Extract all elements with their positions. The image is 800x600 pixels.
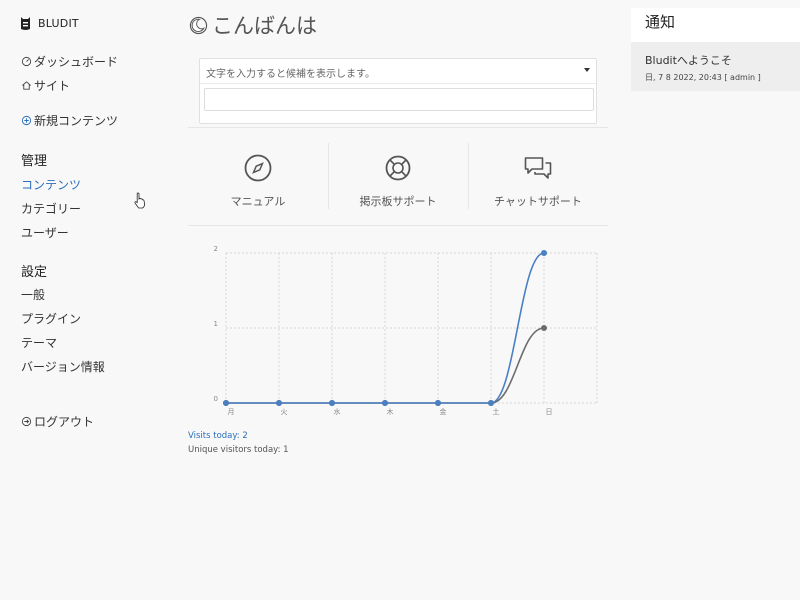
sidebar: BLUDIT ダッシュボード サイト 新規コンテンツ 管理 コンテンツ カテゴリ…	[0, 0, 180, 600]
sidebar-item-label: サイト	[34, 79, 71, 93]
support-label: 掲示板サポート	[359, 195, 437, 208]
manage-heading: 管理	[21, 154, 48, 169]
chevron-down-icon	[584, 68, 590, 72]
plus-circle-icon	[21, 115, 32, 126]
search-placeholder: 文字を入力すると候補を表示します。	[206, 69, 375, 80]
data-point	[276, 400, 282, 406]
sidebar-item-label: ダッシュボード	[34, 55, 119, 69]
data-point	[541, 325, 547, 331]
home-icon	[22, 81, 31, 90]
support-chat[interactable]: チャットサポート	[468, 143, 608, 209]
notification-title: Bluditへようこそ	[645, 54, 732, 67]
brand[interactable]: BLUDIT	[20, 16, 79, 31]
content-search: 文字を入力すると候補を表示します。	[199, 58, 597, 124]
lifebuoy-icon	[385, 155, 411, 181]
sidebar-item-plugins[interactable]: プラグイン	[21, 310, 81, 327]
y-tick-label: 1	[214, 320, 218, 328]
sidebar-item-users[interactable]: ユーザー	[21, 224, 69, 241]
sidebar-item-categories[interactable]: カテゴリー	[21, 200, 81, 217]
unique-visitors-today: Unique visitors today: 1	[188, 445, 289, 455]
notification-meta: 日, 7 8 2022, 20:43 [ admin ]	[645, 73, 761, 82]
x-tick-label: 日	[546, 408, 553, 416]
dashboard-icon	[21, 56, 32, 67]
brand-name: BLUDIT	[38, 17, 79, 30]
x-tick-label: 水	[334, 407, 341, 416]
sidebar-item-new-content[interactable]: 新規コンテンツ	[21, 112, 118, 129]
sidebar-item-themes[interactable]: テーマ	[21, 334, 57, 351]
sidebar-item-label: 新規コンテンツ	[34, 114, 119, 128]
sidebar-item-logout[interactable]: ログアウト	[21, 413, 94, 430]
notifications-title: 通知	[631, 8, 800, 42]
data-point	[223, 400, 229, 406]
greeting-text: こんばんは	[212, 14, 317, 38]
visits-today: Visits today: 2	[188, 431, 248, 441]
notification-item[interactable]: Bluditへようこそ 日, 7 8 2022, 20:43 [ admin ]	[631, 42, 800, 91]
bludit-logo-icon	[21, 17, 30, 30]
x-tick-label: 月	[228, 408, 235, 416]
sidebar-item-about[interactable]: バージョン情報	[21, 358, 105, 375]
search-input[interactable]	[204, 88, 594, 111]
y-tick-label: 2	[214, 245, 218, 253]
moon-icon	[189, 16, 208, 34]
x-tick-label: 火	[281, 408, 288, 416]
data-point	[435, 400, 441, 406]
support-label: チャットサポート	[494, 195, 582, 208]
chat-icon	[524, 157, 552, 179]
visits-chart: 0 1 2 月 火 水 木 金 土 日	[214, 245, 598, 416]
sidebar-item-general[interactable]: 一般	[21, 286, 45, 303]
hand-cursor-icon	[134, 192, 146, 209]
support-links: マニュアル 掲示板サポート チャットサポート	[188, 143, 608, 209]
x-tick-label: 土	[493, 407, 500, 416]
data-point	[541, 250, 547, 256]
series-line	[226, 252, 545, 404]
compass-icon	[244, 154, 272, 182]
support-forum[interactable]: 掲示板サポート	[328, 143, 468, 209]
support-manual[interactable]: マニュアル	[188, 143, 328, 209]
data-point	[488, 400, 494, 406]
data-point	[382, 400, 388, 406]
logout-icon	[21, 416, 32, 427]
support-label: マニュアル	[230, 195, 286, 208]
greeting: こんばんは	[189, 10, 317, 40]
sidebar-item-label: ログアウト	[34, 415, 95, 429]
settings-heading: 設定	[21, 265, 48, 280]
divider	[188, 127, 608, 128]
x-tick-label: 金	[440, 407, 447, 416]
x-tick-label: 木	[387, 407, 394, 416]
data-point	[329, 400, 335, 406]
search-select[interactable]: 文字を入力すると候補を表示します。	[200, 59, 596, 84]
divider	[188, 225, 608, 226]
sidebar-item-site[interactable]: サイト	[21, 77, 70, 94]
sidebar-item-dashboard[interactable]: ダッシュボード	[21, 53, 118, 70]
y-tick-label: 0	[214, 395, 218, 403]
sidebar-item-content[interactable]: コンテンツ	[21, 176, 81, 193]
